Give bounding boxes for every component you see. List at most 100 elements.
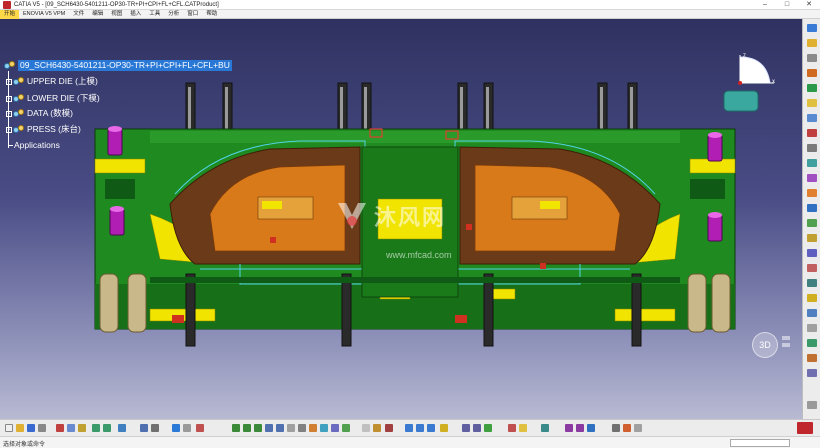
copy-icon[interactable] [67,424,75,432]
manipulate-icon[interactable] [807,159,817,167]
swap-space-icon[interactable] [342,424,350,432]
iso-view-icon[interactable] [309,424,317,432]
zoom-in-icon[interactable] [265,424,273,432]
catalog-browser-icon[interactable] [196,424,204,432]
grid-icon[interactable] [634,424,642,432]
formula-icon[interactable] [462,424,470,432]
clash-icon[interactable] [807,204,817,212]
new-icon[interactable] [5,424,13,432]
design-table-icon[interactable] [484,424,492,432]
expand-icon[interactable]: + [6,126,12,133]
draft-analysis-icon[interactable] [565,424,573,432]
multi-view-icon[interactable] [298,424,306,432]
maximize-button[interactable]: □ [776,0,798,10]
fit-all-icon[interactable] [151,424,159,432]
new-part-icon[interactable] [807,99,817,107]
tree-item-data[interactable]: + DATA (数模) [6,108,73,119]
tree-root-label[interactable]: 09_SCH6430-5401211-OP30-TR+PI+CPI+FL+CFL… [18,60,232,71]
menu-help[interactable]: 帮助 [202,10,221,19]
menu-analyze[interactable]: 分析 [164,10,183,19]
minimize-button[interactable]: – [754,0,776,10]
shading-icon[interactable] [320,424,328,432]
cut-icon[interactable] [56,424,64,432]
select-icon[interactable] [807,39,817,47]
analysis-icon[interactable] [541,424,549,432]
measure-item-icon[interactable] [416,424,424,432]
measure-inertia-icon[interactable] [427,424,435,432]
expand-icon[interactable]: + [6,110,12,117]
menu-enovia[interactable]: ENOVIA V5 VPM [19,10,69,19]
command-input[interactable] [730,439,790,447]
constraint-angle-icon[interactable] [807,264,817,272]
snap-icon[interactable] [807,174,817,182]
constraint-contact-icon[interactable] [807,234,817,242]
curvature-icon[interactable] [576,424,584,432]
undo-icon[interactable] [92,424,100,432]
catalog-icon[interactable] [807,369,817,377]
tree-item-lower-die[interactable]: + LOWER DIE (下模) [6,93,100,104]
expand-icon[interactable]: + [6,95,12,102]
tree-item-press[interactable]: + PRESS (床台) [6,124,81,135]
constraint-coincidence-icon[interactable] [807,219,817,227]
print-icon[interactable] [38,424,46,432]
close-button[interactable]: ✕ [798,0,820,10]
graph-tree-icon[interactable] [807,144,817,152]
whats-this-icon[interactable] [118,424,126,432]
section-icon[interactable] [807,324,817,332]
assembly-icon[interactable] [807,54,817,62]
paste-icon[interactable] [78,424,86,432]
tree-root-node[interactable]: 09_SCH6430-5401211-OP30-TR+PI+CPI+FL+CFL… [4,60,232,71]
law-icon[interactable] [473,424,481,432]
new-component-icon[interactable] [807,69,817,77]
title-bar: CATIA V5 - [09_SCH6430-5401211-OP30-TR+P… [0,0,820,10]
knowledge-icon[interactable] [440,424,448,432]
plane-icon[interactable] [519,424,527,432]
menu-file[interactable]: 文件 [69,10,88,19]
expand-icon[interactable]: + [6,78,12,85]
new-product-icon[interactable] [807,84,817,92]
menu-tools[interactable]: 工具 [145,10,164,19]
3d-viewport[interactable]: 09_SCH6430-5401211-OP30-TR+PI+CPI+FL+CFL… [0,19,802,419]
update-icon[interactable] [807,294,817,302]
filter-icon[interactable] [183,424,191,432]
material-icon[interactable] [385,424,393,432]
normal-view-icon[interactable] [287,424,295,432]
measure-between-icon[interactable] [405,424,413,432]
open-icon[interactable] [16,424,24,432]
scene-icon[interactable] [807,339,817,347]
pan-icon[interactable] [243,424,251,432]
fit-all-in-icon[interactable] [232,424,240,432]
compass-icon[interactable]: z x [722,49,792,117]
menu-insert[interactable]: 插入 [126,10,145,19]
view-3d-badge[interactable]: 3D [752,332,798,358]
fly-mode-icon[interactable] [140,424,148,432]
window-controls: – □ ✕ [754,0,820,10]
tree-item-applications[interactable]: Applications [9,140,60,151]
wireframe-icon[interactable] [362,424,370,432]
menu-window[interactable]: 窗口 [183,10,202,19]
more-tools-icon[interactable] [807,401,817,409]
constraint-offset-icon[interactable] [807,249,817,257]
redo-icon[interactable] [103,424,111,432]
render-icon[interactable] [373,424,381,432]
menu-view[interactable]: 视图 [107,10,126,19]
explode-icon[interactable] [807,189,817,197]
sketch-icon[interactable] [508,424,516,432]
tree-item-upper-die[interactable]: + UPPER DIE (上模) [6,76,98,87]
select-mode-icon[interactable] [172,424,180,432]
fix-component-icon[interactable] [807,279,817,287]
menu-edit[interactable]: 编辑 [88,10,107,19]
hide-show-icon[interactable] [331,424,339,432]
reference-icon[interactable] [612,424,620,432]
replace-component-icon[interactable] [807,129,817,137]
save-icon[interactable] [27,424,35,432]
axis-system-icon[interactable] [623,424,631,432]
distance-icon[interactable] [587,424,595,432]
rotate-icon[interactable] [254,424,262,432]
measure-icon[interactable] [807,309,817,317]
zoom-out-icon[interactable] [276,424,284,432]
existing-component-icon[interactable] [807,114,817,122]
annotation-icon[interactable] [807,354,817,362]
workbench-icon[interactable] [807,24,817,32]
menu-start[interactable]: 开始 [0,9,20,19]
